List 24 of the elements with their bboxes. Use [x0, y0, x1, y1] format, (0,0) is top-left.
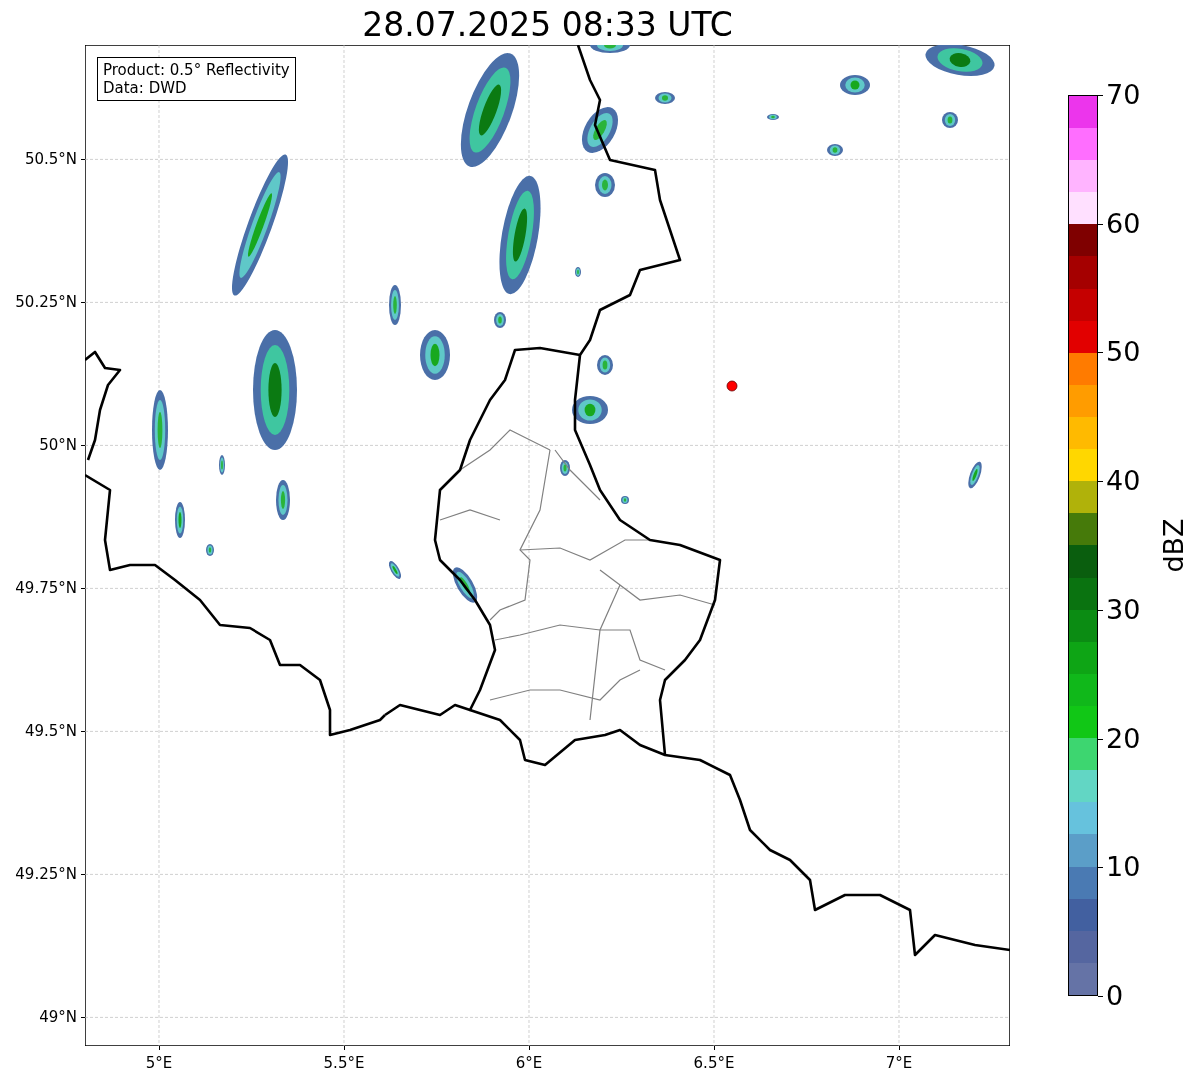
axis-tick-label: 49°N [39, 1008, 77, 1027]
axis-tick-label: 0 [1106, 981, 1124, 1011]
axis-tick-label: 5.5°E [323, 1054, 365, 1072]
axis-tick-label: 7°E [885, 1054, 913, 1072]
axis-tick-label: 60 [1106, 208, 1141, 239]
axis-tick-label: 40 [1106, 466, 1141, 497]
axis-tick-label: 50.5°N [24, 150, 77, 169]
axis-title: dBZ [1157, 518, 1189, 573]
legend-text: Data: DWD [103, 79, 188, 97]
axis-tick-label: 50°N [39, 436, 77, 455]
axis-tick-label: 6.5°E [693, 1054, 735, 1072]
axis-tick-label: 50 [1106, 337, 1141, 368]
axis-tick-label: 49.75°N [15, 579, 77, 598]
axis-tick-label: 5°E [145, 1054, 173, 1072]
axis-tick-label: 6°E [515, 1054, 543, 1072]
axis-tick-label: 49.25°N [15, 865, 77, 884]
axis-tick-label: 50.25°N [15, 293, 77, 312]
axis-tick-label: 30 [1106, 594, 1141, 625]
axis-tick-label: 10 [1106, 852, 1141, 883]
axis-tick-label: 20 [1106, 723, 1141, 754]
axis-tick-label: 70 [1106, 80, 1141, 110]
chart-title: 28.07.2025 08:33 UTC [362, 5, 733, 45]
legend-text: Product: 0.5° Reflectivity [103, 61, 290, 79]
axis-tick-label: 49.5°N [24, 722, 77, 741]
